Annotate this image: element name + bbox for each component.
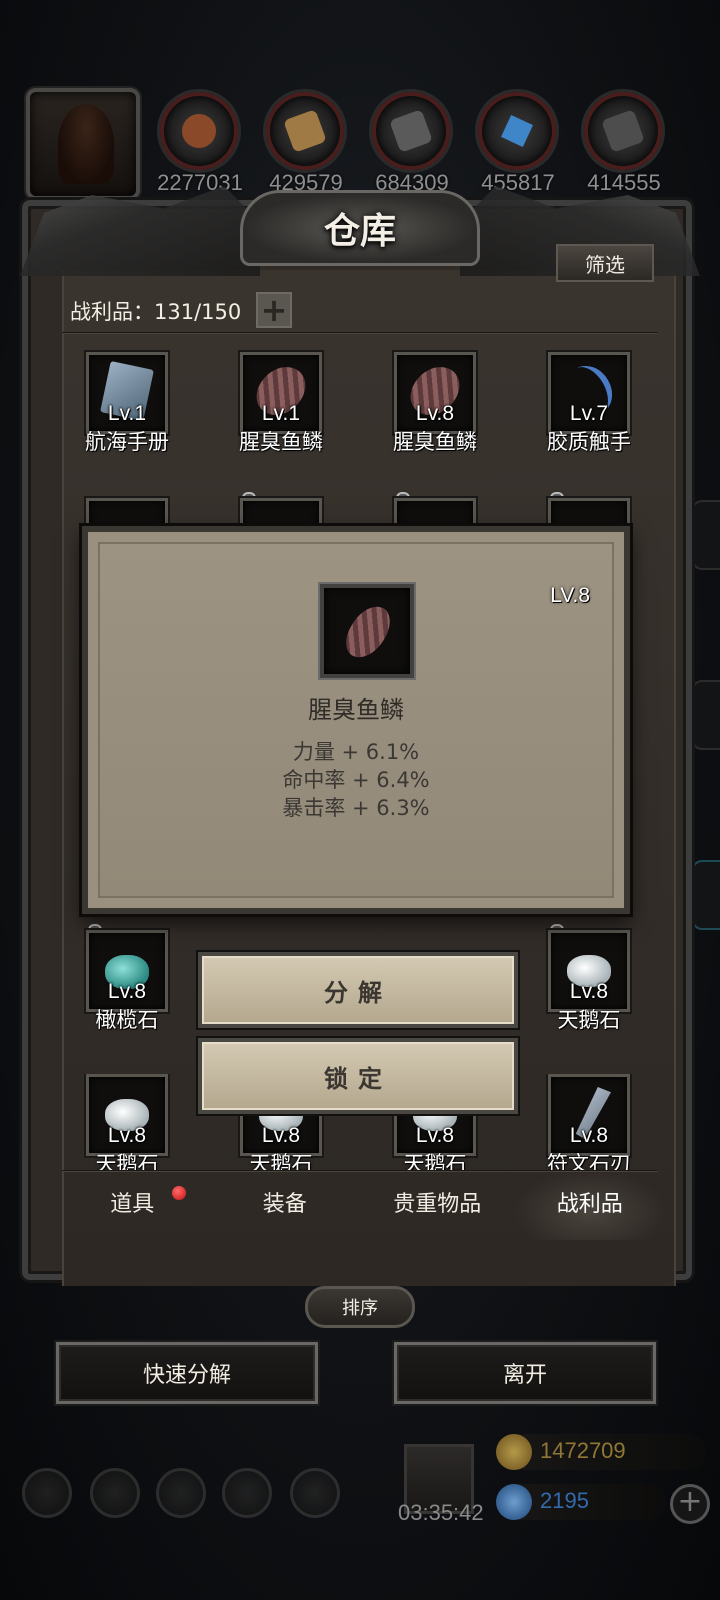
item-level: Lv.8 (569, 1124, 609, 1147)
gold-coin-icon (496, 1434, 532, 1470)
mail-icon[interactable] (222, 1468, 272, 1518)
gem-counter: 2195 (496, 1484, 666, 1520)
item-level: Lv.1 (261, 402, 301, 425)
item-cell[interactable]: Lv.8 腥臭鱼鳞 (370, 352, 500, 454)
star-icon[interactable] (90, 1468, 140, 1518)
tab-equipment[interactable]: 装备 (209, 1170, 362, 1240)
lock-button[interactable]: 锁定 (198, 1038, 518, 1114)
resource-value: 455817 (481, 170, 555, 195)
item-cell[interactable]: Lv.1 腥臭鱼鳞 (216, 352, 346, 454)
category-tabs: 道具 装备 贵重物品 战利品 (56, 1170, 666, 1240)
item-name: 符文石刃 (547, 1152, 631, 1170)
item-level: Lv.8 (261, 1124, 301, 1147)
resource-value: 2277031 (157, 170, 243, 195)
iron-icon (389, 109, 433, 153)
map-icon[interactable] (156, 1468, 206, 1518)
tab-label: 贵重物品 (393, 1192, 482, 1217)
popup-item-slot (320, 584, 414, 678)
item-cell[interactable]: Lv.8 天鹅石 (524, 924, 654, 1032)
item-level: Lv.8 (107, 1124, 147, 1147)
item-name: 天鹅石 (403, 1152, 467, 1170)
filter-button[interactable]: 筛选 (556, 244, 654, 282)
notification-dot (172, 1186, 186, 1200)
item-name: 天鹅石 (95, 1152, 159, 1170)
gift-timer: 03:35:42 (398, 1500, 484, 1525)
tab-items[interactable]: 道具 (56, 1170, 209, 1240)
side-tab[interactable] (692, 680, 720, 750)
tab-loot[interactable]: 战利品 (513, 1170, 666, 1240)
item-name: 腥臭鱼鳞 (393, 430, 477, 454)
page-title: 仓库 (323, 210, 396, 252)
ore-icon (601, 109, 645, 153)
item-level: Lv.8 (569, 980, 609, 1003)
dice-icon[interactable] (290, 1468, 340, 1518)
item-level: Lv.8 (107, 980, 147, 1003)
expand-capacity-button[interactable]: + (256, 292, 292, 328)
popup-body: LV.8 腥臭鱼鳞 力量 + 6.1% 命中率 + 6.4% 暴击率 + 6.3… (98, 542, 614, 898)
item-level: Lv.7 (569, 402, 609, 425)
add-currency-button[interactable]: + (670, 1484, 710, 1524)
sort-button[interactable]: 排序 (305, 1286, 415, 1328)
item-name: 胶质触手 (547, 430, 631, 454)
loot-count: 战利品：131/150 (70, 300, 242, 324)
tab-label: 装备 (262, 1192, 307, 1217)
resource-ore[interactable]: 414555 (584, 92, 664, 195)
item-name: 天鹅石 (557, 1008, 621, 1032)
popup-stats: 力量 + 6.1% 命中率 + 6.4% 暴击率 + 6.3% (100, 738, 612, 822)
popup-level: LV.8 (550, 584, 590, 607)
gem-value: 2195 (540, 1488, 589, 1513)
settings-icon[interactable] (22, 1468, 72, 1518)
resource-iron[interactable]: 684309 (372, 92, 452, 195)
item-name: 天鹅石 (249, 1152, 313, 1170)
item-level: Lv.1 (107, 402, 147, 425)
leave-button[interactable]: 离开 (394, 1342, 656, 1404)
item-cell[interactable]: Lv.1 航海手册 (62, 352, 192, 454)
tab-label: 道具 (110, 1192, 155, 1217)
stat-accuracy: 命中率 + 6.4% (282, 768, 430, 792)
item-name: 腥臭鱼鳞 (239, 430, 323, 454)
fish-scale-icon (339, 599, 397, 665)
wood-icon (283, 109, 327, 153)
resource-wood[interactable]: 429579 (266, 92, 346, 195)
resource-value: 414555 (587, 170, 661, 195)
resource-crystal[interactable]: 455817 (478, 92, 558, 195)
tab-label: 战利品 (556, 1192, 623, 1217)
decompose-button[interactable]: 分解 (198, 952, 518, 1028)
item-name: 航海手册 (85, 430, 169, 454)
tab-valuables[interactable]: 贵重物品 (361, 1170, 514, 1240)
item-detail-popup: LV.8 腥臭鱼鳞 力量 + 6.1% 命中率 + 6.4% 暴击率 + 6.3… (82, 526, 630, 914)
gem-icon (496, 1484, 532, 1520)
side-tab[interactable] (692, 860, 720, 930)
meat-icon (177, 109, 221, 153)
character-portrait[interactable] (26, 88, 140, 200)
item-cell[interactable]: Lv.7 胶质触手 (524, 352, 654, 454)
crystal-icon (495, 109, 539, 153)
stat-strength: 力量 + 6.1% (292, 740, 420, 764)
quick-decompose-button[interactable]: 快速分解 (56, 1342, 318, 1404)
item-level: Lv.8 (415, 402, 455, 425)
gold-counter: 1472709 (496, 1434, 706, 1470)
item-cell[interactable]: Lv.8 天鹅石 (62, 1074, 192, 1170)
resource-meat[interactable]: 2277031 (157, 92, 243, 195)
item-level: Lv.8 (415, 1124, 455, 1147)
stat-crit: 暴击率 + 6.3% (282, 796, 430, 820)
hood-icon (58, 104, 114, 184)
divider (62, 332, 658, 334)
item-cell[interactable]: Lv.8 符文石刃 (524, 1074, 654, 1170)
popup-item-name: 腥臭鱼鳞 (308, 696, 404, 724)
side-tab[interactable] (692, 500, 720, 570)
item-cell[interactable]: Lv.8 橄榄石 (62, 924, 192, 1032)
gold-value: 1472709 (540, 1438, 626, 1463)
item-name: 橄榄石 (95, 1008, 159, 1032)
